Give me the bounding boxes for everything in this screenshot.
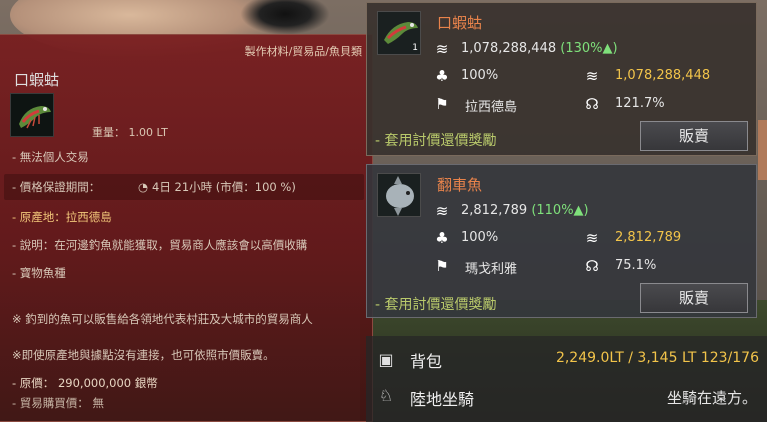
tooltip-line-note-2: ※即使原產地與據點沒有連接，也可依照市價販賣。 <box>12 348 275 362</box>
window-edge-strip <box>758 120 767 180</box>
tooltip-line-original-price: - 原價： 290,000,000 銀幣 <box>12 376 158 390</box>
distance-bonus: 121.7% <box>615 96 665 111</box>
bag-percent-icon: ♣ <box>435 229 449 247</box>
tooltip-line-guarantee-label: - 價格保證期間： <box>12 180 101 194</box>
fish-name: 口蝦蛄 <box>437 14 483 32</box>
tooltip-line-origin: - 原產地：拉西德島 <box>12 210 112 224</box>
item-tooltip: 製作材料/貿易品/魚貝類 口蝦蛄 重量： 1.00 LT - 無法個人交易 - … <box>0 34 373 422</box>
origin-name: 拉西德島 <box>465 100 518 115</box>
fish-price: 1,078,288,448 (130%▲) <box>461 41 618 56</box>
distance-bonus: 75.1% <box>615 258 657 273</box>
bag-capacity: 2,249.0LT / 3,145 LT 123/176 <box>556 350 759 366</box>
fish-price-value: 2,812,789 <box>461 203 528 218</box>
flag-icon: ⚑ <box>435 95 449 113</box>
fish-price-value: 1,078,288,448 <box>461 41 557 56</box>
coin-plus-icon: ≋ <box>585 229 599 247</box>
tooltip-line-no-trade: - 無法個人交易 <box>12 150 89 164</box>
guarantee-time: 4日 21小時 (市價：100 %) <box>152 180 296 194</box>
sell-price: 2,812,789 <box>615 230 682 245</box>
mount-label: 陸地坐騎 <box>410 390 475 409</box>
sell-button[interactable]: 販賣 <box>640 121 748 151</box>
dragon-bonus-icon: ☊ <box>585 257 599 275</box>
fish-price: 2,812,789 (110%▲) <box>461 203 589 218</box>
tooltip-line-note-1: ※ 釣到的魚可以販售給各領地代表村莊及大城市的貿易商人 <box>12 312 313 326</box>
character-hair <box>240 0 330 35</box>
sell-button[interactable]: 販賣 <box>640 283 748 313</box>
item-category: 製作材料/貿易品/魚貝類 <box>244 45 362 58</box>
inventory-status-bar: ▣ 背包 2,249.0LT / 3,145 LT 123/176 ♘ 陸地坐騎… <box>366 336 767 422</box>
flag-icon: ⚑ <box>435 257 449 275</box>
fish-trade-panel-1: 1 口蝦蛄 ≋ 1,078,288,448 (130%▲) ♣ 100% ≋ 1… <box>366 2 757 156</box>
apply-bargain-toggle[interactable]: - 套用討價還價獎勵 <box>375 130 497 150</box>
tooltip-line-trade-price: - 貿易購買價： 無 <box>12 396 104 410</box>
item-weight: 重量： 1.00 LT <box>92 126 168 139</box>
tooltip-line-treasure: - 寶物魚種 <box>12 266 66 280</box>
sunfish-item-icon[interactable] <box>377 173 421 217</box>
mantis-shrimp-icon <box>10 93 54 137</box>
mount-icon: ♘ <box>378 386 394 405</box>
coin-stack-icon: ≋ <box>435 202 449 220</box>
tooltip-line-description: - 說明：在河邊釣魚就能獲取，貿易商人應該會以高價收購 <box>12 238 308 252</box>
fish-trade-panel-2: 翻車魚 ≋ 2,812,789 (110%▲) ♣ 100% ≋ 2,812,7… <box>366 164 757 318</box>
freshness-percent: 100% <box>461 68 499 83</box>
fish-price-pct: (110%▲) <box>531 203 589 218</box>
coin-plus-icon: ≋ <box>585 67 599 85</box>
sell-price: 1,078,288,448 <box>615 68 711 83</box>
clock-icon: ◔ <box>138 180 149 194</box>
apply-bargain-toggle[interactable]: - 套用討價還價獎勵 <box>375 294 497 314</box>
tooltip-line-guarantee-value: ◔ 4日 21小時 (市價：100 %) <box>138 179 296 195</box>
fish-price-pct: (130%▲) <box>560 41 618 56</box>
freshness-percent: 100% <box>461 230 499 245</box>
mount-status: 坐騎在遠方。 <box>666 389 757 407</box>
bag-slots: 123/176 <box>700 350 759 366</box>
item-name: 口蝦蛄 <box>14 71 60 89</box>
coin-stack-icon: ≋ <box>435 40 449 58</box>
fish-name: 翻車魚 <box>437 176 483 194</box>
bag-percent-icon: ♣ <box>435 67 449 85</box>
origin-name: 瑪戈利雅 <box>465 262 518 277</box>
item-count: 1 <box>412 43 418 53</box>
bag-label: 背包 <box>410 352 443 371</box>
dragon-bonus-icon: ☊ <box>585 95 599 113</box>
backpack-icon: ▣ <box>378 350 394 369</box>
mantis-shrimp-item-icon[interactable]: 1 <box>377 11 421 55</box>
bag-weight: 2,249.0LT / 3,145 LT <box>555 350 697 366</box>
